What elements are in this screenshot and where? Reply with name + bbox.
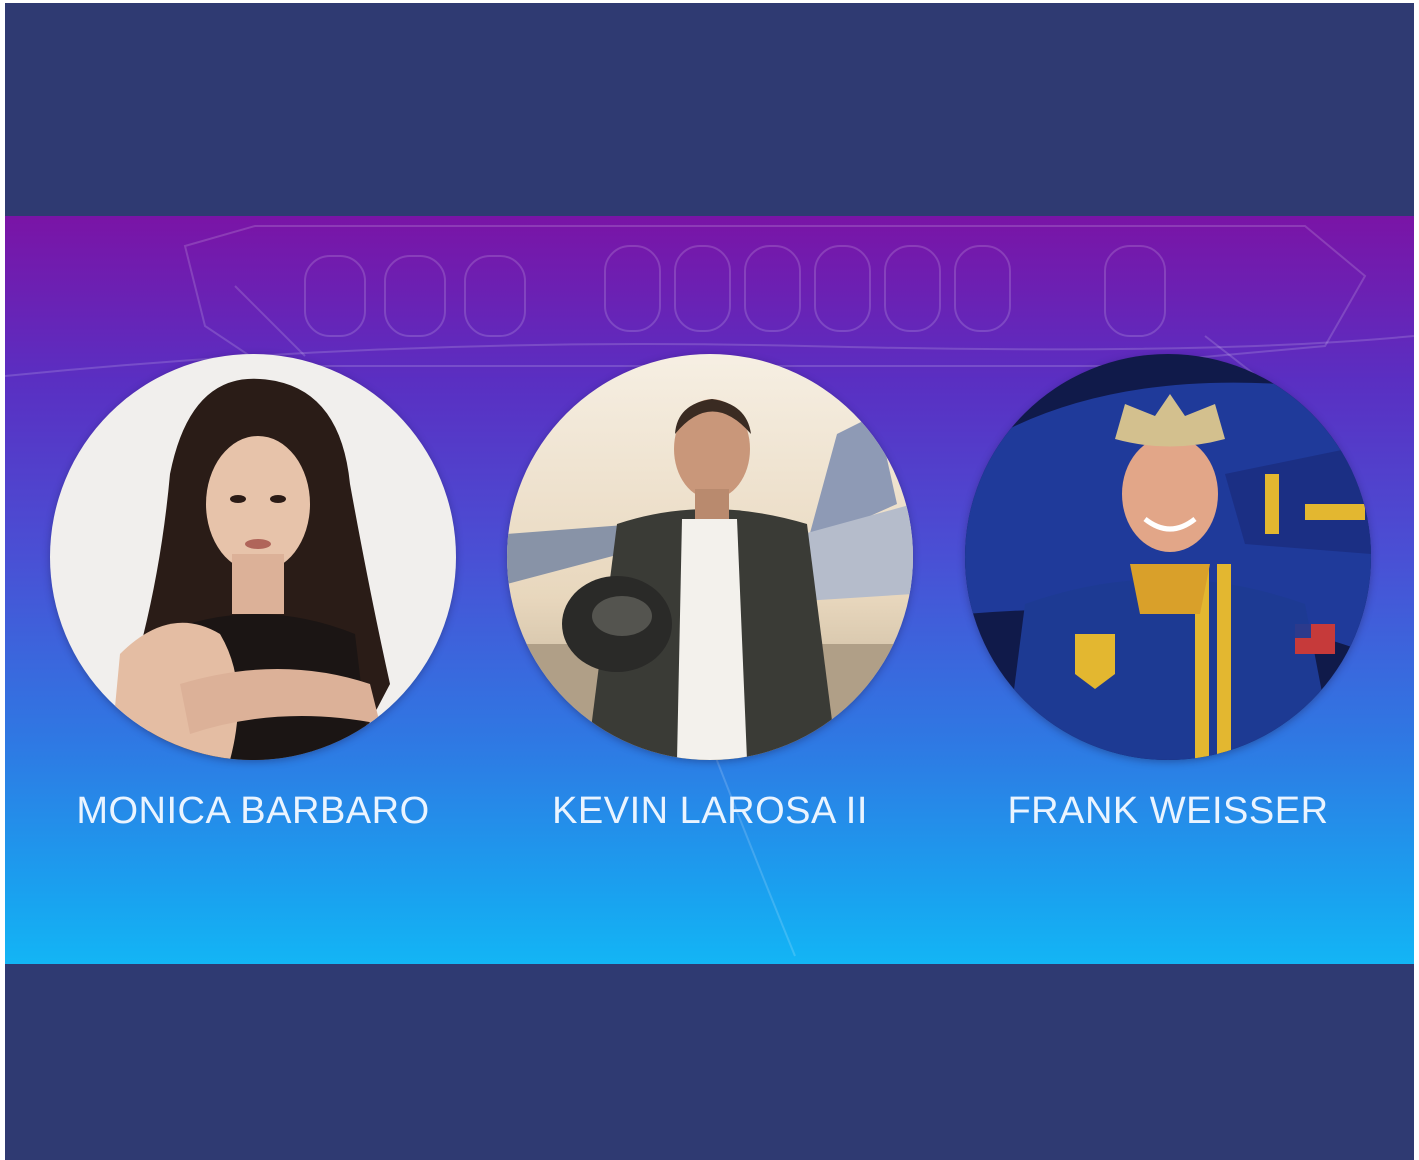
speaker-name: MONICA BARBARO xyxy=(76,790,430,832)
speaker-photo-kevin-larosa-ii xyxy=(507,354,913,760)
speaker-name: FRANK WEISSER xyxy=(1007,790,1329,832)
speaker-card-1: MONICA BARBARO xyxy=(43,354,463,833)
speaker-name: KEVIN LAROSA II xyxy=(552,790,868,832)
speaker-banner: MONICA BARBARO KEVIN LAROSA II FRANK WEI… xyxy=(5,216,1414,964)
speaker-card-3: FRANK WEISSER xyxy=(958,354,1378,833)
speaker-photo-frank-weisser xyxy=(965,354,1371,760)
speaker-photo-monica-barbaro xyxy=(50,354,456,760)
speaker-card-2: KEVIN LAROSA II xyxy=(500,354,920,833)
